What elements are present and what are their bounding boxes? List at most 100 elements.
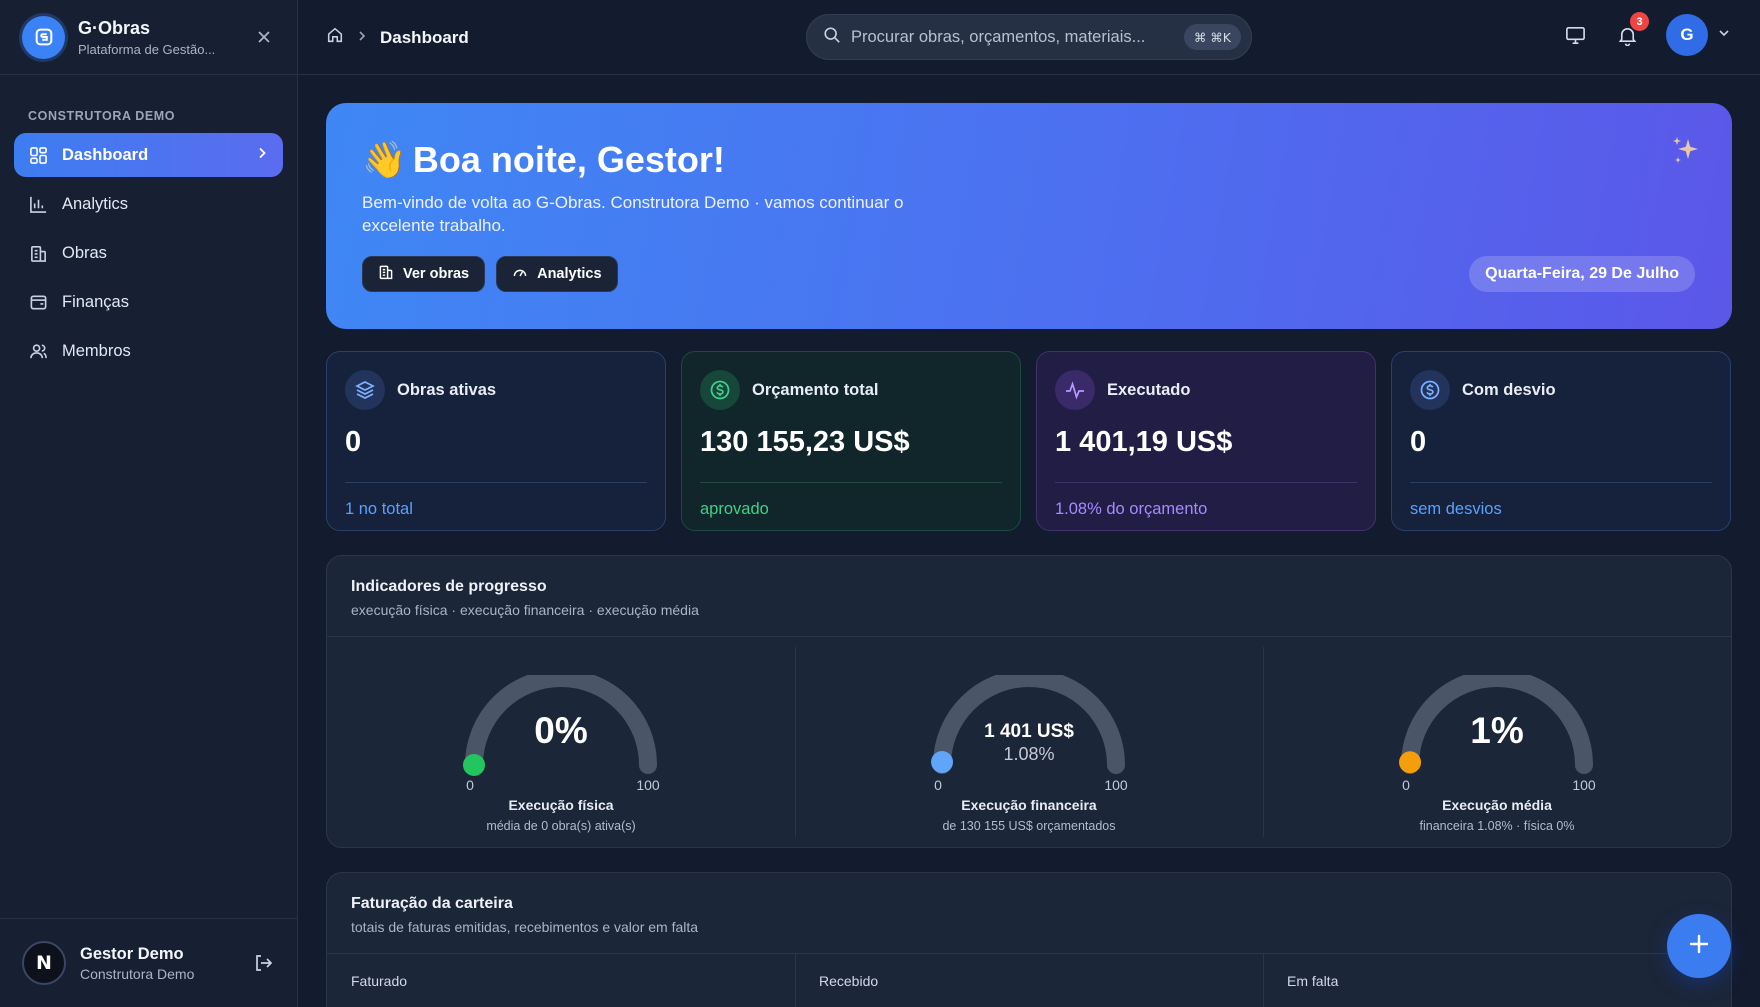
welcome-title-text: Boa noite, Gestor! bbox=[412, 139, 725, 180]
notifications-badge: 3 bbox=[1630, 12, 1649, 31]
view-obras-label: Ver obras bbox=[403, 266, 470, 282]
wave-emoji: 👋 bbox=[362, 139, 407, 180]
gauge-min-label: 0 bbox=[466, 777, 474, 793]
stat-value: 0 bbox=[345, 426, 362, 458]
user-org: Construtora Demo bbox=[80, 965, 195, 982]
analytics-button[interactable]: Analytics bbox=[496, 256, 618, 292]
brand-logo-icon bbox=[22, 15, 65, 59]
gauge-min-label: 0 bbox=[934, 777, 942, 793]
brand-header: G·Obras Plataforma de Gestão... bbox=[0, 0, 297, 75]
sidebar-item-label: Finanças bbox=[62, 292, 129, 311]
sidebar-item-label: Obras bbox=[62, 243, 107, 262]
stats-row: Obras ativas 0 1 no total Orçamento tota… bbox=[326, 351, 1732, 531]
stat-value: 1 401,19 US$ bbox=[1055, 426, 1233, 458]
gauge-max-label: 100 bbox=[636, 777, 660, 793]
billing-col-em-falta: Em falta bbox=[1263, 954, 1731, 1007]
gauge-chart: 1% 0 100 bbox=[1399, 675, 1596, 793]
dollar-circle-icon bbox=[1410, 370, 1450, 410]
search-input[interactable] bbox=[851, 27, 1174, 47]
building-icon bbox=[28, 243, 48, 263]
analytics-label: Analytics bbox=[537, 266, 602, 282]
close-sidebar-icon[interactable] bbox=[253, 26, 275, 48]
gauge-name: Execução física bbox=[508, 797, 614, 813]
home-icon[interactable] bbox=[326, 26, 344, 49]
stat-card-obras-ativas[interactable]: Obras ativas 0 1 no total bbox=[326, 351, 666, 531]
add-button[interactable] bbox=[1667, 914, 1731, 978]
stat-label: Orçamento total bbox=[752, 380, 879, 399]
bar-chart-icon bbox=[28, 194, 48, 214]
building-icon bbox=[378, 264, 394, 284]
stat-footnote: sem desvios bbox=[1410, 500, 1502, 518]
sparkles-icon bbox=[1668, 133, 1704, 174]
billing-col-recebido: Recebido bbox=[795, 954, 1263, 1007]
notifications-bell-icon[interactable]: 3 bbox=[1614, 12, 1649, 48]
sidebar-item-obras[interactable]: Obras bbox=[14, 231, 283, 275]
search-bar: ⌘ ⌘K bbox=[806, 14, 1252, 60]
sidebar-item-membros[interactable]: Membros bbox=[14, 329, 283, 373]
stat-card-com-desvio[interactable]: Com desvio 0 sem desvios bbox=[1391, 351, 1731, 531]
gauge-main-value: 1 401 US$ bbox=[984, 721, 1074, 742]
avatar: G bbox=[1666, 14, 1708, 56]
billing-panel: Faturação da carteira totais de faturas … bbox=[326, 872, 1732, 1007]
monitor-icon[interactable] bbox=[1562, 22, 1588, 48]
stat-footnote: 1 no total bbox=[345, 500, 413, 518]
gauge-desc: financeira 1.08% · física 0% bbox=[1419, 819, 1575, 833]
brand-subtitle: Plataforma de Gestão... bbox=[78, 41, 216, 57]
panel-title: Indicadores de progresso bbox=[351, 578, 547, 595]
stat-value: 130 155,23 US$ bbox=[700, 426, 910, 458]
gauge-execucao-financeira: 1 401 US$ 1.08% 0 100 Execução financeir… bbox=[795, 637, 1263, 847]
gauge-max-label: 100 bbox=[1104, 777, 1128, 793]
gauge-max-label: 100 bbox=[1572, 777, 1596, 793]
chevron-right-icon bbox=[255, 146, 269, 165]
gauge-marker bbox=[463, 754, 485, 776]
account-menu[interactable]: G bbox=[1666, 14, 1730, 56]
search-shortcut: ⌘ ⌘K bbox=[1183, 24, 1241, 50]
plus-icon bbox=[1688, 933, 1710, 960]
gauge-desc: de 130 155 US$ orçamentados bbox=[942, 819, 1116, 833]
gauge-min-label: 0 bbox=[1402, 777, 1410, 793]
user-name: Gestor Demo bbox=[80, 944, 184, 963]
sidebar-item-label: Membros bbox=[62, 341, 131, 360]
billing-col-faturado: Faturado bbox=[351, 973, 408, 989]
view-obras-button[interactable]: Ver obras bbox=[362, 256, 486, 292]
topbar: Dashboard ⌘ ⌘K 3 G bbox=[298, 0, 1760, 75]
sidebar-item-financas[interactable]: Finanças bbox=[14, 280, 283, 324]
billing-columns: Faturado Recebido Em falta bbox=[327, 954, 1731, 1007]
gauge-main-value: 1% bbox=[1470, 710, 1523, 751]
sidebar-nav: Dashboard Analytics Obras Finanças Membr… bbox=[0, 133, 297, 373]
stat-value: 0 bbox=[1410, 426, 1427, 458]
search-icon bbox=[823, 26, 841, 49]
gauges-row: 0% 0 100 Execução física média de 0 obra… bbox=[327, 637, 1731, 847]
avatar[interactable]: N bbox=[22, 941, 66, 985]
stat-card-orcamento-total[interactable]: Orçamento total 130 155,23 US$ aprovado bbox=[681, 351, 1021, 531]
gauge-main-value: 0% bbox=[534, 710, 587, 751]
main-content: 👋 Boa noite, Gestor! Bem-vindo de volta … bbox=[326, 103, 1732, 1007]
breadcrumb: Dashboard bbox=[326, 26, 469, 49]
sidebar-item-label: Analytics bbox=[62, 194, 129, 213]
user-profile: N Gestor Demo Construtora Demo bbox=[0, 918, 297, 1007]
panel-subtitle: totais de faturas emitidas, recebimentos… bbox=[351, 919, 699, 935]
current-date: Quarta-Feira, 29 De Julho bbox=[1469, 256, 1695, 292]
sidebar-item-analytics[interactable]: Analytics bbox=[14, 182, 283, 226]
topbar-actions: 3 G bbox=[1562, 12, 1730, 56]
stat-label: Obras ativas bbox=[397, 380, 497, 399]
panel-title: Faturação da carteira bbox=[351, 895, 513, 912]
progress-panel: Indicadores de progresso execução física… bbox=[326, 555, 1732, 848]
logout-icon[interactable] bbox=[251, 951, 275, 975]
layers-icon bbox=[345, 370, 385, 410]
activity-icon bbox=[1055, 370, 1095, 410]
gauge-secondary-value: 1.08% bbox=[1003, 744, 1054, 764]
gauge-chart: 0% 0 100 bbox=[463, 675, 660, 793]
welcome-banner: 👋 Boa noite, Gestor! Bem-vindo de volta … bbox=[326, 103, 1732, 329]
dashboard-grid-icon bbox=[28, 145, 48, 165]
chevron-right-icon bbox=[356, 29, 368, 47]
sidebar-item-dashboard[interactable]: Dashboard bbox=[14, 133, 283, 177]
sidebar: G·Obras Plataforma de Gestão... CONSTRUT… bbox=[0, 0, 298, 1007]
org-label: CONSTRUTORA DEMO bbox=[28, 109, 176, 123]
breadcrumb-current: Dashboard bbox=[380, 27, 469, 47]
stat-card-executado[interactable]: Executado 1 401,19 US$ 1.08% do orçament… bbox=[1036, 351, 1376, 531]
users-icon bbox=[28, 341, 48, 361]
chevron-down-icon bbox=[1718, 26, 1730, 44]
panel-subtitle: execução física · execução financeira · … bbox=[351, 602, 699, 618]
gauge-execucao-media: 1% 0 100 Execução média financeira 1.08%… bbox=[1263, 637, 1731, 847]
